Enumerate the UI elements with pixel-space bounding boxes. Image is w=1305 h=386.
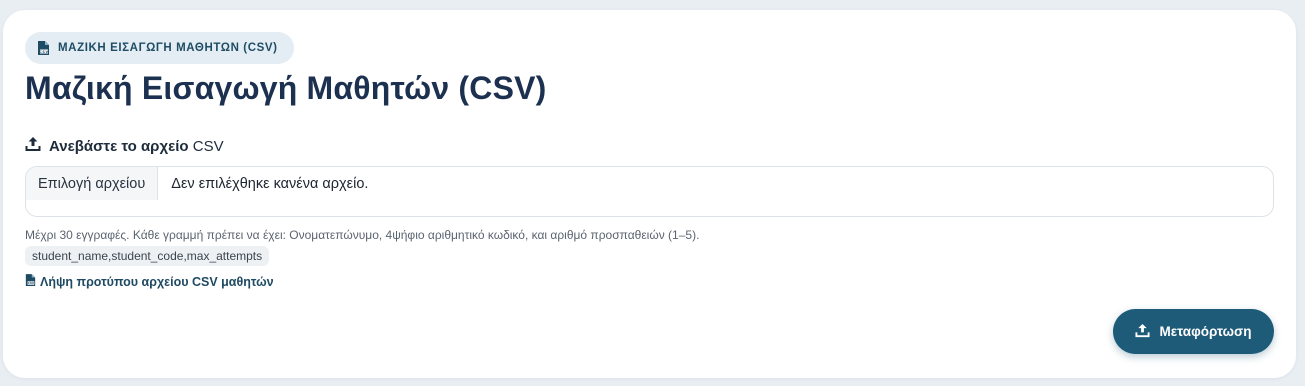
help-text: Μέχρι 30 εγγραφές. Κάθε γραμμή πρέπει να… [25, 228, 700, 242]
csv-header-example: student_name,student_code,max_attempts [25, 246, 270, 266]
upload-icon [25, 136, 41, 156]
badge-label: ΜΑΖΙΚΗ ΕΙΣΑΓΩΓΗ ΜΑΘΗΤΩΝ (CSV) [58, 42, 278, 54]
page-title: Μαζική Εισαγωγή Μαθητών (CSV) [25, 70, 547, 106]
choose-file-button[interactable]: Επιλογή αρχείου [26, 167, 159, 200]
upload-button-label: Μεταφόρτωση [1159, 324, 1252, 339]
import-card: CSV ΜΑΖΙΚΗ ΕΙΣΑΓΩΓΗ ΜΑΘΗΤΩΝ (CSV) Μαζική… [3, 10, 1296, 378]
section-badge: CSV ΜΑΖΙΚΗ ΕΙΣΑΓΩΓΗ ΜΑΘΗΤΩΝ (CSV) [25, 32, 294, 64]
upload-field-label: Ανεβάστε το αρχείο CSV [25, 136, 224, 156]
csv-file-icon: CSV [37, 40, 50, 56]
upload-button[interactable]: Μεταφόρτωση [1113, 309, 1274, 354]
csv-file-icon: CSV [25, 274, 36, 290]
upload-label-bold: Ανεβάστε το αρχείο [49, 137, 189, 155]
download-template-label: Λήψη προτύπου αρχείου CSV μαθητών [40, 275, 274, 289]
file-input[interactable]: Επιλογή αρχείου Δεν επιλέχθηκε κανένα αρ… [25, 166, 1274, 217]
svg-text:CSV: CSV [39, 49, 48, 53]
svg-text:CSV: CSV [28, 281, 35, 285]
file-status-text: Δεν επιλέχθηκε κανένα αρχείο. [171, 175, 369, 192]
download-template-link[interactable]: CSV Λήψη προτύπου αρχείου CSV μαθητών [25, 274, 274, 290]
upload-icon [1135, 323, 1151, 341]
upload-label-rest: CSV [188, 137, 224, 155]
